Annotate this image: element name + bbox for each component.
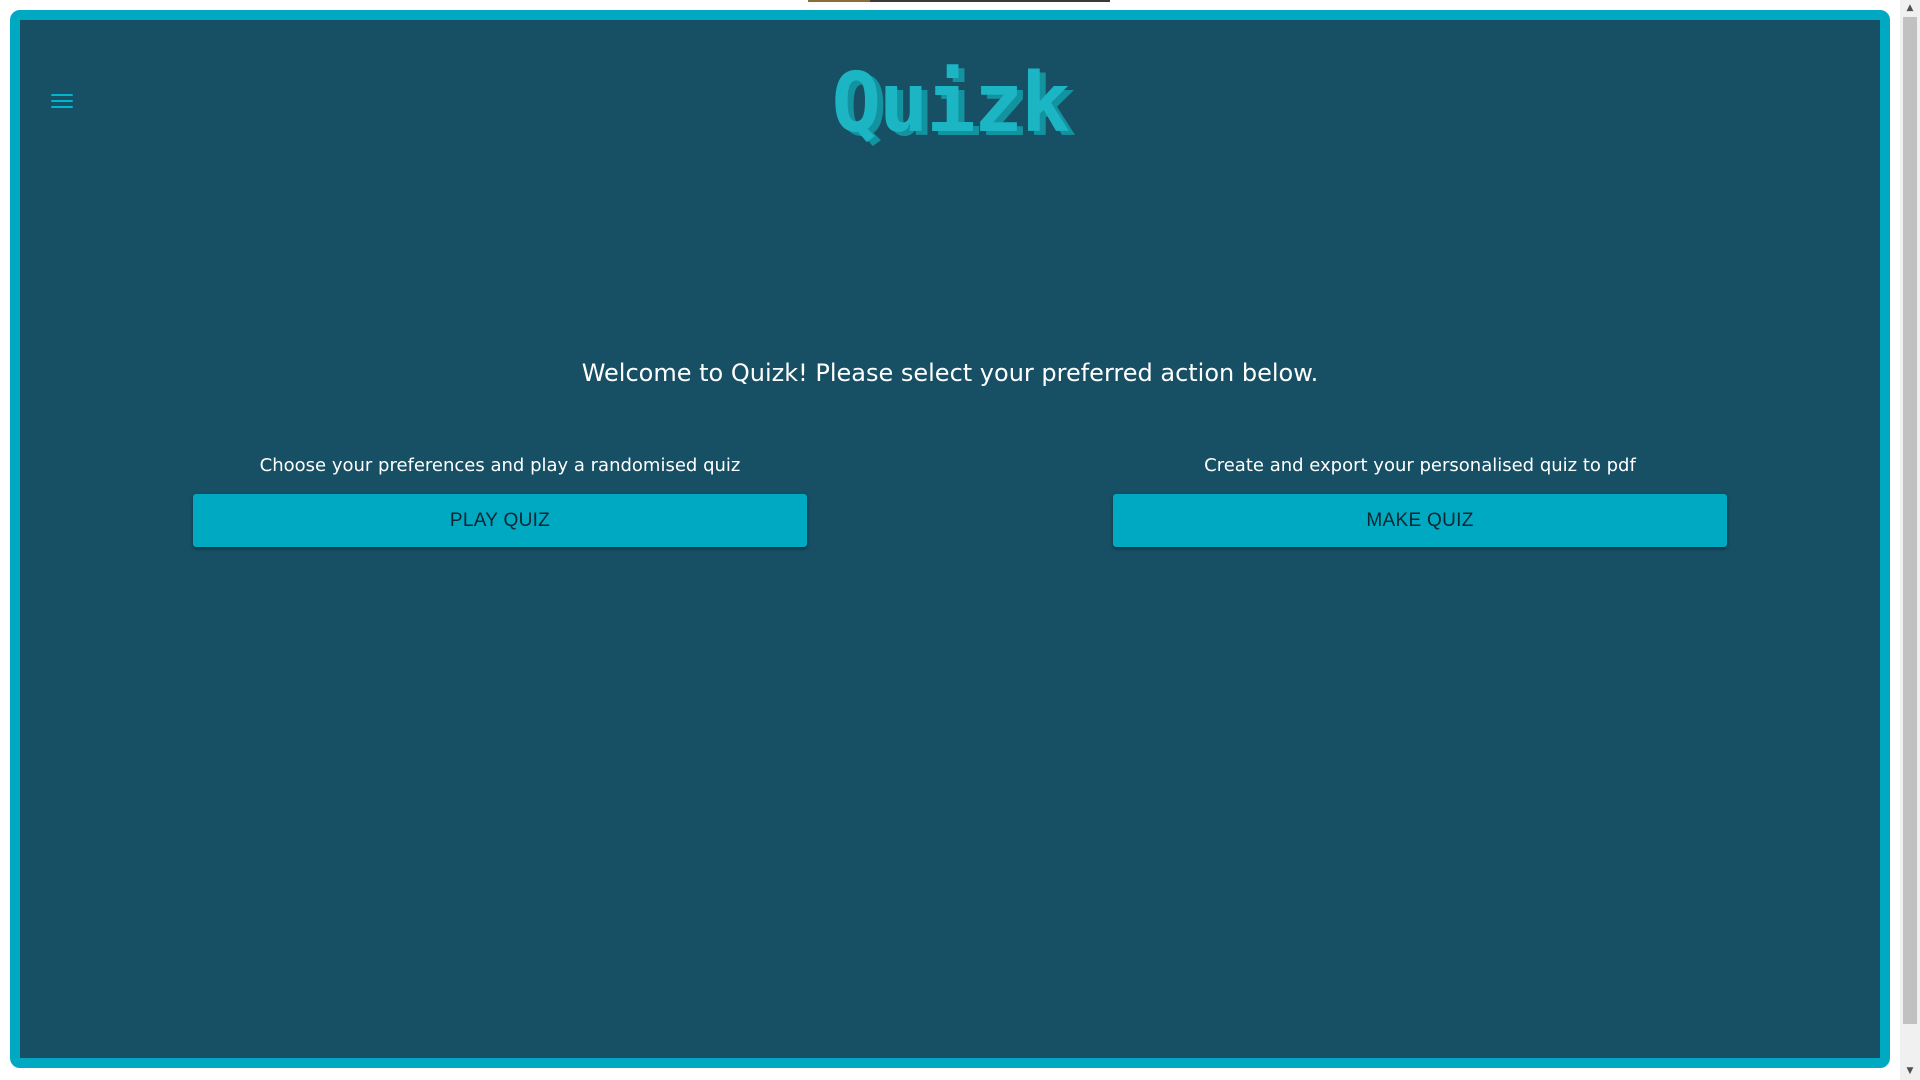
scroll-down-icon[interactable]: ▼ — [1900, 1063, 1920, 1080]
play-quiz-button[interactable]: PLAY QUIZ — [193, 494, 807, 547]
top-loading-indicator — [808, 0, 1110, 2]
make-quiz-section: Create and export your personalised quiz… — [1113, 448, 1727, 547]
scrollbar-thumb[interactable] — [1903, 17, 1917, 1024]
welcome-message: Welcome to Quizk! Please select your pre… — [581, 359, 1319, 387]
browser-viewport: Quizk Welcome to Quizk! Please select yo… — [0, 0, 1900, 1080]
vertical-scrollbar[interactable]: ▲ ▼ — [1900, 0, 1920, 1080]
loading-indicator-segment — [808, 0, 870, 2]
make-quiz-description: Create and export your personalised quiz… — [1204, 455, 1636, 476]
scroll-up-icon[interactable]: ▲ — [1900, 0, 1920, 17]
make-quiz-button[interactable]: MAKE QUIZ — [1113, 494, 1727, 547]
app-frame: Quizk Welcome to Quizk! Please select yo… — [10, 10, 1890, 1068]
play-quiz-description: Choose your preferences and play a rando… — [259, 455, 741, 476]
app-logo: Quizk — [831, 56, 1071, 151]
play-quiz-section: Choose your preferences and play a rando… — [193, 448, 807, 547]
